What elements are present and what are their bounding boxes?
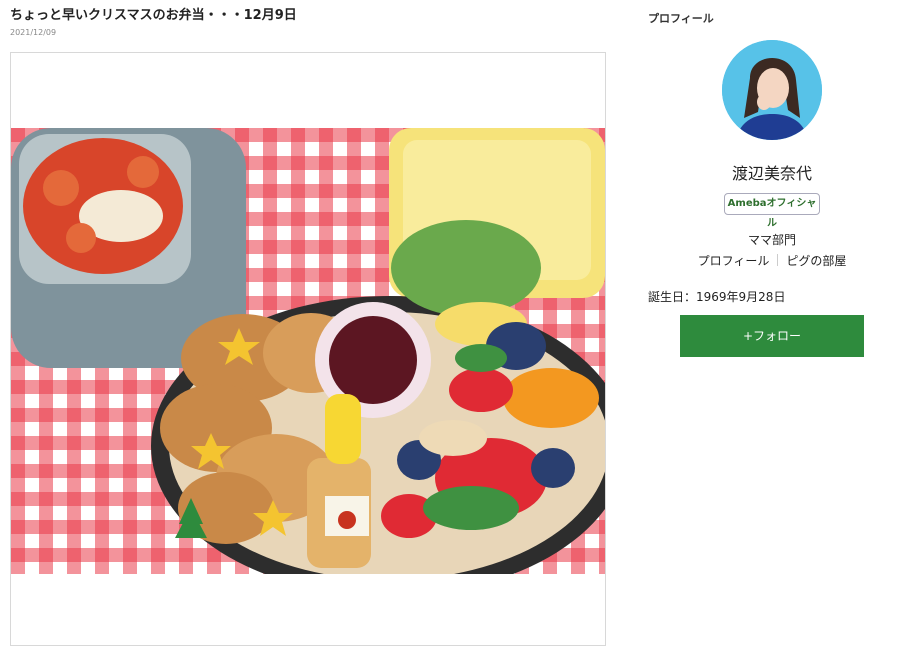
birthday: 誕生日：1969年9月28日 — [648, 290, 786, 304]
post-image-frame — [10, 52, 606, 646]
follow-button[interactable]: +フォロー — [680, 315, 864, 357]
post-title[interactable]: ちょっと早いクリスマスのお弁当・・・12月9日 — [10, 4, 297, 23]
profile-category[interactable]: ママ部門 — [648, 231, 896, 248]
profile-avatar[interactable] — [722, 40, 822, 140]
official-badge: Amebaオフィシャル — [724, 193, 820, 229]
profile-link[interactable]: プロフィール — [698, 254, 770, 268]
link-divider — [777, 254, 779, 266]
bento-photo[interactable] — [11, 128, 605, 574]
profile-name[interactable]: 渡辺美奈代 — [648, 160, 896, 184]
pigg-room-link[interactable]: ピグの部屋 — [786, 254, 846, 268]
profile-links: プロフィール ピグの部屋 — [648, 252, 896, 269]
profile-heading: プロフィール — [648, 12, 714, 25]
post-date: 2021/12/09 — [10, 28, 57, 37]
